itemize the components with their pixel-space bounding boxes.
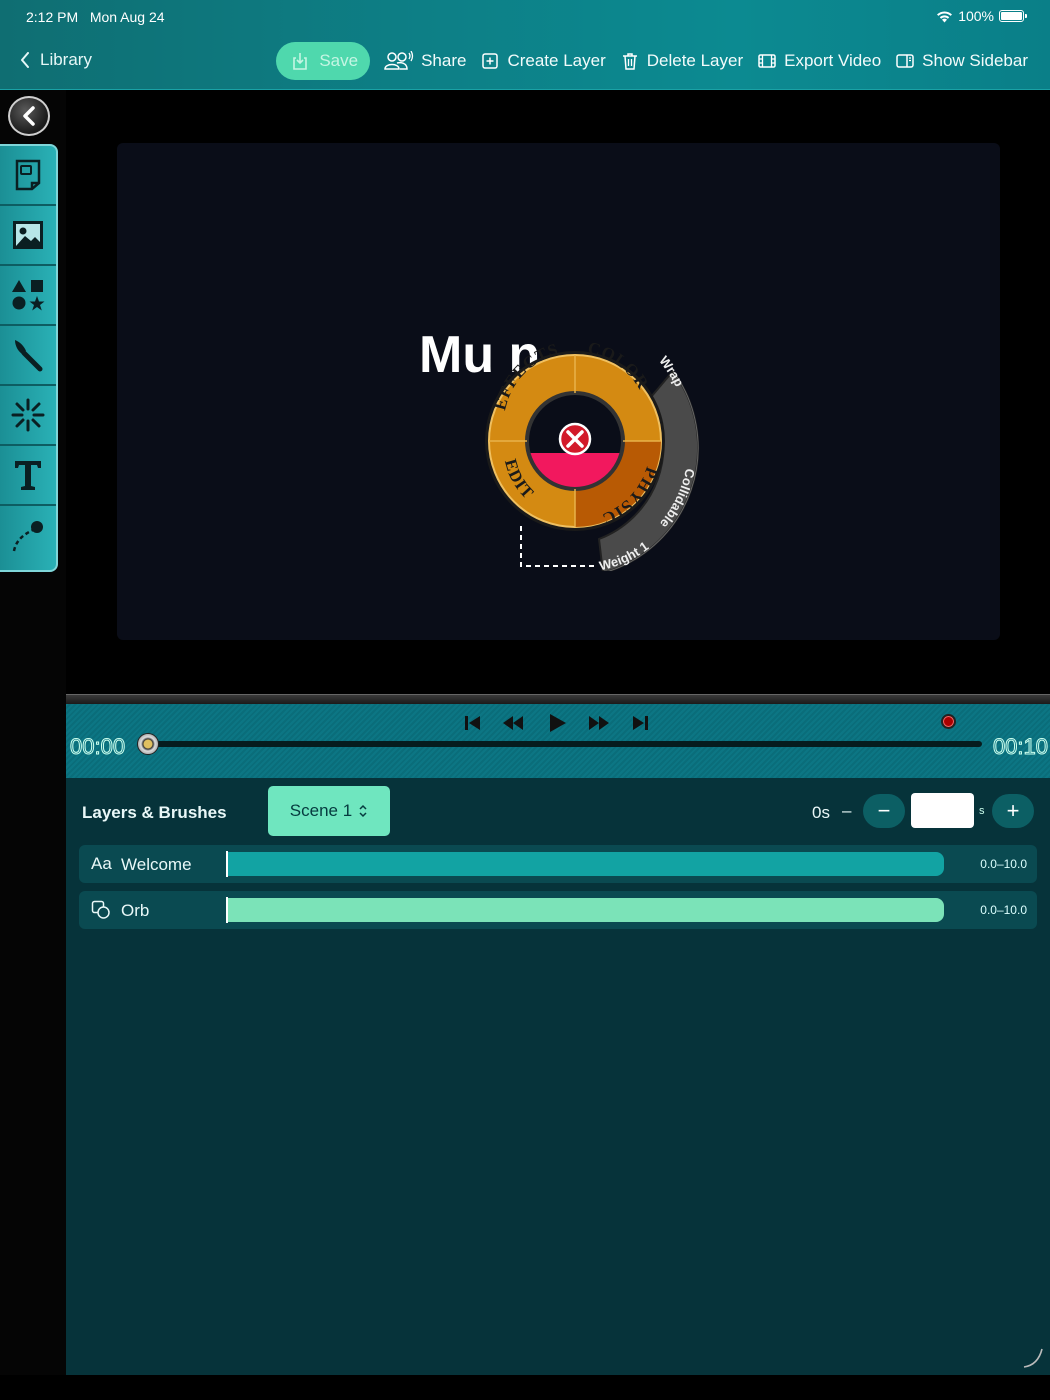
back-to-library-button[interactable]: Library: [20, 50, 92, 70]
status-date: Mon Aug 24: [89, 9, 165, 25]
sidebar-icon: [896, 54, 914, 68]
chevron-left-icon: [23, 106, 35, 126]
create-layer-button[interactable]: Create Layer: [480, 51, 606, 71]
brush-icon: [15, 340, 43, 372]
transport-bar: 00:00 00:10: [66, 704, 1050, 778]
tool-brush[interactable]: [0, 326, 56, 386]
text-icon: [15, 461, 41, 490]
shape-layer-icon: [91, 900, 111, 925]
share-label: Share: [421, 51, 467, 70]
share-people-icon: [384, 51, 414, 70]
create-layer-label: Create Layer: [507, 51, 606, 70]
layer-range: 0.0–10.0: [980, 903, 1027, 917]
duration-unit: s: [979, 805, 985, 817]
export-video-button[interactable]: Export Video: [757, 51, 881, 71]
collapse-tools-button[interactable]: [8, 96, 50, 136]
canvas-area: Mu n EFFECTS COLOR PHYSIC EDIT Wrap Coll…: [66, 90, 1050, 694]
plus-square-icon: [482, 53, 499, 69]
scrubber-thumb[interactable]: [137, 733, 159, 755]
layer-range: 0.0–10.0: [980, 857, 1027, 871]
layers-panel: Layers & Brushes Scene 1 0s – − s + Aa W…: [66, 778, 1050, 1375]
tool-strip: [0, 90, 66, 1375]
time-end: 00:10: [992, 734, 1048, 760]
skip-start-icon: [465, 716, 480, 730]
resize-grip-icon[interactable]: [1022, 1347, 1044, 1369]
play-icon: [550, 714, 566, 732]
transport-divider: [66, 694, 1050, 704]
time-start: 00:00: [69, 734, 126, 760]
duration-label: 0s: [812, 803, 830, 822]
path-icon: [12, 521, 43, 552]
trash-icon: [622, 53, 637, 70]
film-icon: [758, 54, 776, 68]
tool-image[interactable]: [0, 206, 56, 266]
layer-row-welcome[interactable]: Aa Welcome 0.0–10.0: [79, 845, 1037, 883]
show-sidebar-label: Show Sidebar: [922, 51, 1028, 70]
wifi-icon: [937, 10, 953, 22]
radial-wrap-label[interactable]: Wrap: [656, 353, 687, 389]
battery-percent: 100%: [958, 8, 994, 24]
battery-icon: [999, 10, 1027, 22]
fast-forward-button[interactable]: [588, 712, 610, 739]
scene-canvas[interactable]: Mu n EFFECTS COLOR PHYSIC EDIT Wrap Coll…: [117, 143, 1000, 640]
layer-name: Orb: [121, 901, 150, 920]
status-time: 2:12 PM Mon Aug 24: [26, 9, 165, 25]
text-layer-icon: Aa: [91, 854, 112, 873]
skip-to-start-button[interactable]: [462, 712, 484, 739]
delete-layer-button[interactable]: Delete Layer: [620, 51, 743, 71]
export-video-label: Export Video: [784, 51, 882, 70]
layer-name: Welcome: [121, 855, 192, 874]
page-icon: [15, 159, 41, 191]
play-button[interactable]: [546, 712, 568, 739]
rewind-button[interactable]: [502, 712, 524, 739]
delete-layer-label: Delete Layer: [646, 51, 744, 70]
back-label: Library: [40, 50, 92, 69]
layer-timeline-bar[interactable]: [228, 852, 944, 876]
toolbar: Save Share Create Layer Delete Layer Exp…: [276, 42, 1028, 80]
timeline-scrubber[interactable]: [146, 741, 982, 747]
skip-to-end-button[interactable]: [629, 712, 651, 739]
skip-end-icon: [633, 716, 648, 730]
duration-dash: –: [842, 801, 852, 820]
duration-increment-button[interactable]: +: [992, 794, 1034, 828]
rewind-icon: [503, 716, 523, 730]
layer-timeline-bar[interactable]: [228, 898, 944, 922]
radial-close-icon[interactable]: [558, 422, 592, 456]
fast-forward-icon: [589, 716, 609, 730]
show-sidebar-button[interactable]: Show Sidebar: [895, 51, 1028, 71]
shapes-icon: [12, 280, 45, 311]
tool-path[interactable]: [0, 506, 56, 566]
tool-text[interactable]: [0, 446, 56, 506]
top-bar: 2:12 PM Mon Aug 24 100% Library Save Sha…: [0, 0, 1050, 90]
record-button[interactable]: [941, 714, 956, 729]
chevron-updown-icon: [359, 804, 367, 818]
tool-page[interactable]: [0, 146, 56, 206]
image-icon: [13, 221, 43, 249]
share-button[interactable]: Share: [384, 51, 466, 71]
tool-effects[interactable]: [0, 386, 56, 446]
status-clock: 2:12 PM: [26, 9, 79, 25]
radial-menu: EFFECTS COLOR PHYSICS EDIT Wrap Collidab…: [447, 311, 700, 571]
svg-text:Wrap: Wrap: [656, 353, 687, 389]
tools-panel: [0, 144, 58, 572]
duration-decrement-button[interactable]: −: [863, 794, 905, 828]
save-icon: [293, 53, 308, 70]
layers-title: Layers & Brushes: [82, 803, 227, 822]
layer-row-orb[interactable]: Orb 0.0–10.0: [79, 891, 1037, 929]
save-label: Save: [319, 51, 359, 70]
save-button[interactable]: Save: [276, 42, 371, 80]
scene-selector[interactable]: Scene 1: [268, 786, 390, 836]
scene-label: Scene 1: [289, 801, 353, 820]
status-indicators: 100%: [936, 8, 1027, 24]
tool-shapes[interactable]: [0, 266, 56, 326]
duration-input[interactable]: [911, 793, 974, 828]
sparkle-icon: [11, 398, 45, 432]
chevron-left-icon: [21, 52, 29, 68]
